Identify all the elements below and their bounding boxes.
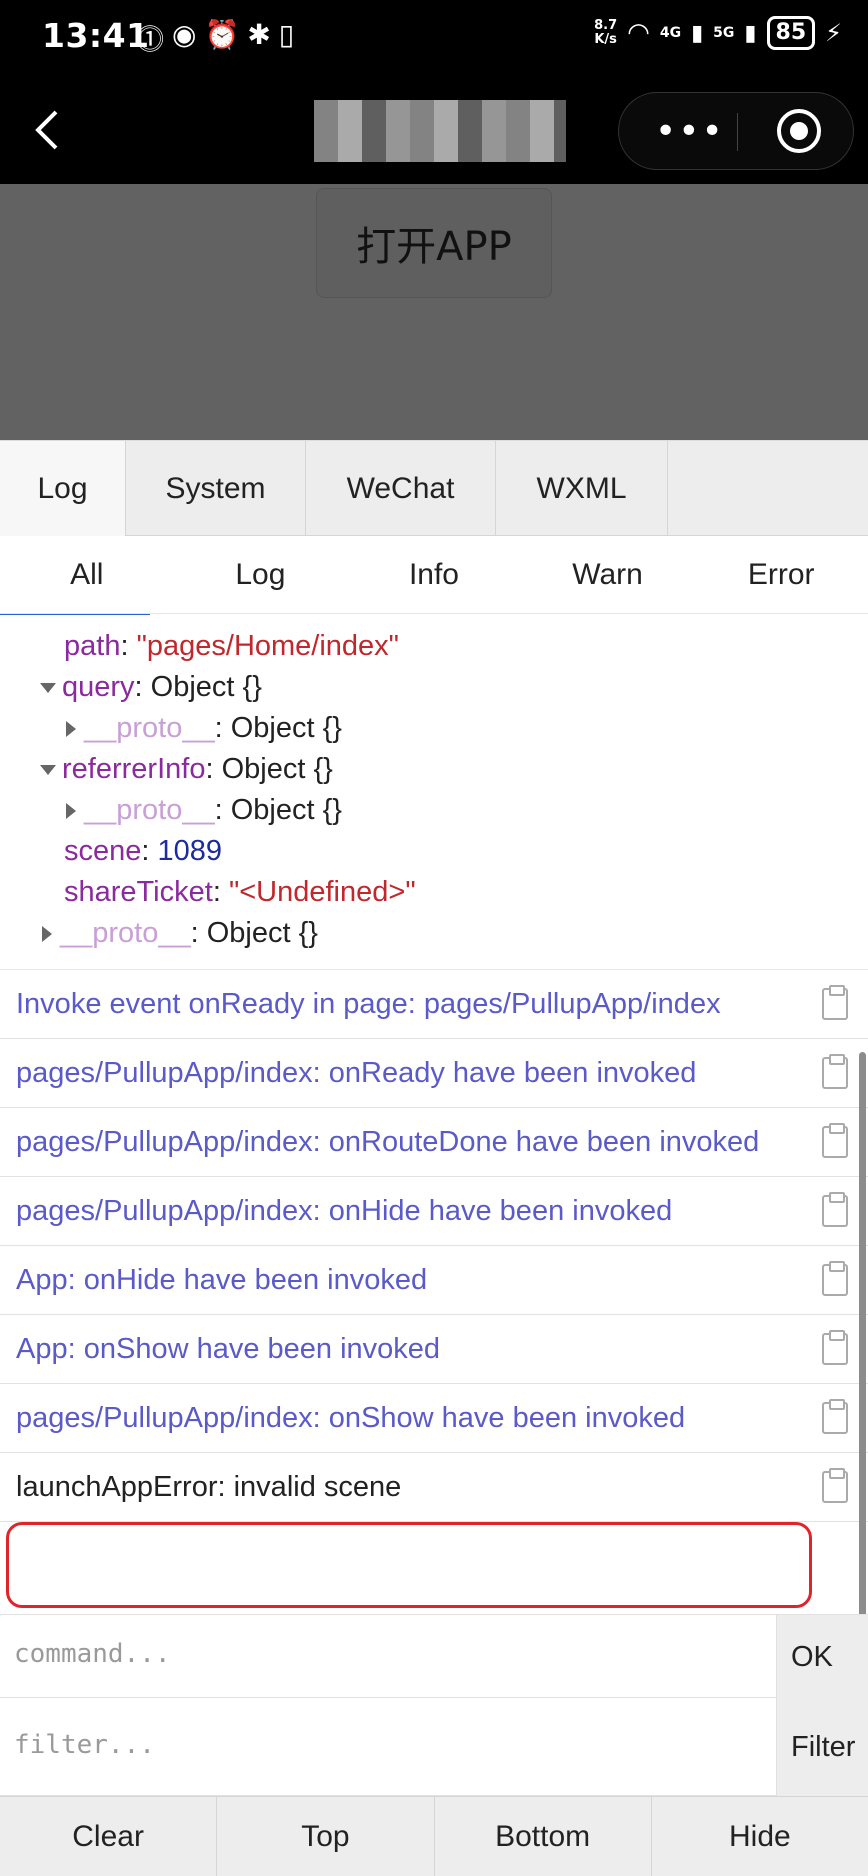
subtab-error[interactable]: Error [694, 536, 868, 613]
miniprogram-capsule: ••• [618, 92, 854, 170]
log-entry: App: onShow have been invoked [0, 1315, 868, 1384]
eye-icon: ◉ [172, 18, 197, 51]
close-target-icon[interactable] [777, 109, 821, 153]
filter-button[interactable]: Filter [776, 1698, 868, 1796]
expand-down-icon [40, 765, 56, 776]
status-right: 8.7 K/s ◠ 4G ▮ 5G ▮ 85 ⚡ [594, 16, 842, 50]
more-icon[interactable]: ••• [655, 111, 725, 152]
copy-icon[interactable] [822, 1330, 848, 1365]
tree-query[interactable]: query: Object {} [40, 667, 262, 707]
subtab-warn[interactable]: Warn [521, 536, 695, 613]
status-icons: ⓵ ◉ ⏰ ✱ ▯ [136, 18, 294, 58]
top-button[interactable]: Top [217, 1797, 435, 1876]
nav-bar: ••• [0, 76, 868, 184]
clipped-line [0, 614, 868, 620]
copy-icon[interactable] [822, 1261, 848, 1296]
tree-scene: scene: 1089 [64, 835, 223, 867]
tab-wechat[interactable]: WeChat [306, 441, 496, 537]
tab-wxml[interactable]: WXML [496, 441, 668, 537]
command-row: OK [0, 1614, 868, 1699]
tree-path: path: "pages/Home/index" [64, 630, 399, 662]
tree-referrer-proto[interactable]: __proto__: Object {} [66, 790, 342, 830]
signal-bars-icon: ▮ [744, 20, 757, 46]
ok-button[interactable]: OK [776, 1615, 868, 1699]
log-filter-tabs: All Log Info Warn Error [0, 536, 868, 614]
status-time: 13:41 [42, 16, 150, 55]
bottom-button[interactable]: Bottom [435, 1797, 652, 1876]
copy-icon[interactable] [822, 1192, 848, 1227]
vibrate-icon: ▯ [278, 18, 295, 51]
status-bar: 13:41 ⓵ ◉ ⏰ ✱ ▯ 8.7 K/s ◠ 4G ▮ 5G ▮ 85 ⚡ [0, 0, 868, 76]
log-panel[interactable]: path: "pages/Home/index" query: Object {… [0, 614, 868, 1614]
signal-bars-icon: ▮ [691, 20, 704, 46]
tree-referrer[interactable]: referrerInfo: Object {} [40, 749, 333, 789]
log-entry: pages/PullupApp/index: onHide have been … [0, 1177, 868, 1246]
filter-input[interactable] [14, 1720, 764, 1770]
object-tree: path: "pages/Home/index" query: Object {… [0, 614, 868, 970]
log-entry: pages/PullupApp/index: onRouteDone have … [0, 1108, 868, 1177]
copy-icon[interactable] [822, 1054, 848, 1089]
expand-down-icon [40, 683, 56, 694]
net-speed: 8.7 K/s [594, 18, 618, 47]
copy-icon[interactable] [822, 1468, 848, 1503]
command-input[interactable] [14, 1629, 764, 1679]
expand-right-icon [66, 803, 76, 820]
subtab-info[interactable]: Info [347, 536, 521, 613]
battery-level: 85 [766, 16, 816, 50]
log-entry: Invoke event onReady in page: pages/Pull… [0, 970, 868, 1039]
copy-icon[interactable] [822, 1399, 848, 1434]
signal-4g: 4G [659, 25, 682, 41]
log-entry: pages/PullupApp/index: onShow have been … [0, 1384, 868, 1453]
log-entry: App: onHide have been invoked [0, 1246, 868, 1315]
tab-system[interactable]: System [126, 441, 306, 537]
copy-icon[interactable] [822, 985, 848, 1020]
open-app-button[interactable]: 打开APP [316, 188, 552, 298]
tree-root-proto[interactable]: __proto__: Object {} [42, 913, 318, 953]
log-entry: pages/PullupApp/index: onReady have been… [0, 1039, 868, 1108]
subtab-log[interactable]: Log [174, 536, 348, 613]
tab-log[interactable]: Log [0, 441, 126, 537]
page-content: 打开APP [0, 184, 868, 440]
copy-icon[interactable] [822, 1123, 848, 1158]
clear-button[interactable]: Clear [0, 1797, 218, 1876]
expand-right-icon [42, 926, 52, 943]
log-entry-error: launchAppError: invalid scene [0, 1453, 868, 1522]
vconsole-tabs: Log System WeChat WXML [0, 440, 868, 537]
tree-shareticket: shareTicket: "<Undefined>" [64, 876, 416, 908]
page-title-blurred [314, 100, 566, 162]
filter-row: Filter [0, 1698, 868, 1796]
expand-right-icon [66, 721, 76, 738]
wifi-icon: ◠ [627, 18, 650, 48]
hide-button[interactable]: Hide [652, 1797, 868, 1876]
bluetooth-icon: ✱ [247, 18, 271, 51]
signal-5g: 5G [713, 25, 735, 41]
hd-icon: ⓵ [136, 23, 165, 56]
charging-icon: ⚡ [825, 19, 842, 47]
subtab-all[interactable]: All [0, 536, 174, 613]
tree-query-proto[interactable]: __proto__: Object {} [66, 708, 342, 748]
alarm-icon: ⏰ [204, 18, 240, 51]
vconsole-toolbar: Clear Top Bottom Hide [0, 1796, 868, 1876]
back-arrow-icon[interactable] [28, 106, 68, 154]
capsule-divider [737, 113, 738, 151]
